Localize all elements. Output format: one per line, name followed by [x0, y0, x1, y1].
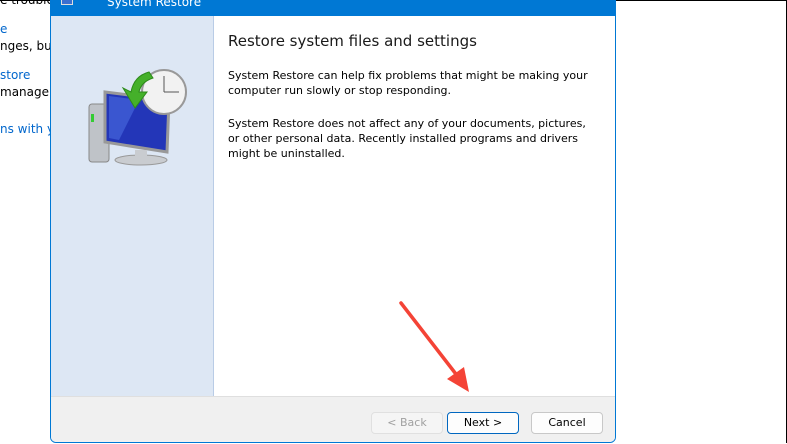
bg-link[interactable]: e: [0, 21, 7, 37]
description-paragraph: System Restore can help fix problems tha…: [228, 69, 588, 97]
cancel-button[interactable]: Cancel: [531, 412, 603, 434]
chevron-up-icon[interactable]: ^: [593, 0, 601, 6]
title-bar[interactable]: System Restore ^: [51, 0, 615, 16]
content-panel: Restore system files and settings System…: [215, 16, 615, 396]
window-title: System Restore: [107, 0, 202, 9]
description-paragraph: System Restore does not affect any of yo…: [228, 117, 586, 160]
system-restore-illustration-icon: [88, 69, 187, 166]
bg-link-system-restore[interactable]: store: [0, 67, 30, 83]
system-restore-dialog: System Restore ^ Restore system files an…: [50, 0, 616, 443]
system-restore-icon: [61, 0, 73, 5]
page-heading: Restore system files and settings: [228, 32, 477, 50]
button-bar: < Back Next > Cancel: [51, 396, 615, 442]
side-panel: [51, 16, 214, 396]
bg-text: manage: [0, 85, 50, 99]
next-button[interactable]: Next >: [447, 412, 519, 434]
back-button[interactable]: < Back: [371, 412, 443, 434]
bg-text: nges, but: [0, 39, 57, 53]
